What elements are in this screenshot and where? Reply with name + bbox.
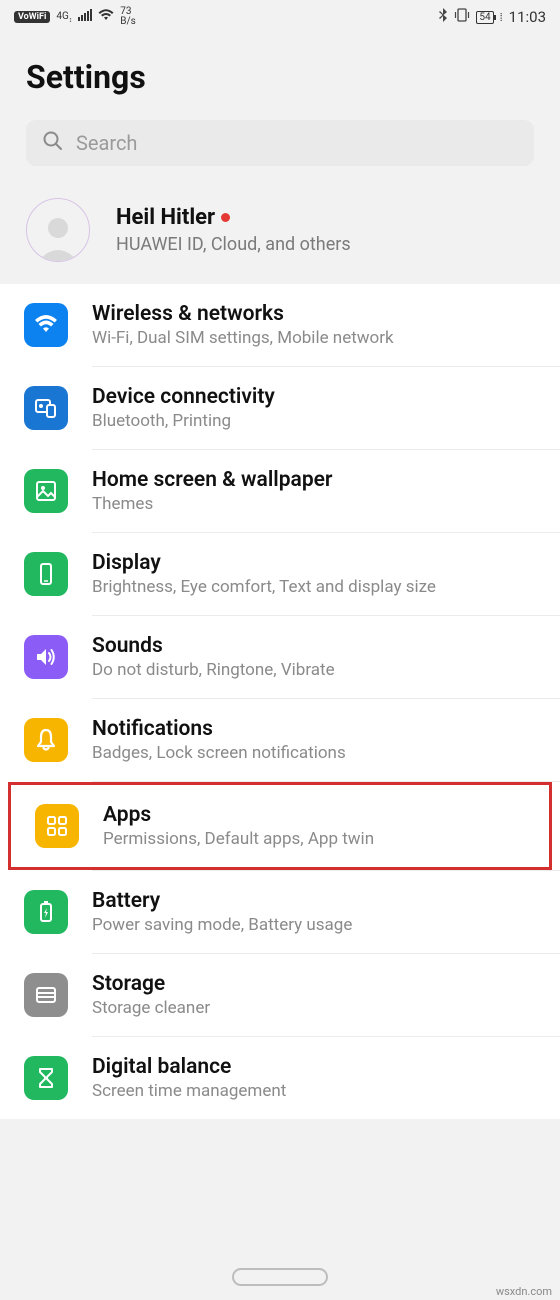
setting-title: Sounds: [92, 634, 544, 658]
setting-subtitle: Themes: [92, 494, 544, 514]
setting-subtitle: Do not disturb, Ringtone, Vibrate: [92, 660, 544, 680]
apps-icon: [35, 804, 79, 848]
setting-item-device-connectivity[interactable]: Device connectivityBluetooth, Printing: [0, 367, 560, 449]
setting-body: BatteryPower saving mode, Battery usage: [92, 889, 560, 935]
setting-item-digital-balance[interactable]: Digital balanceScreen time management: [0, 1037, 560, 1119]
notification-dot-icon: [221, 213, 230, 222]
battery-indicator: 54: [476, 11, 493, 24]
account-subtitle: HUAWEI ID, Cloud, and others: [116, 234, 351, 255]
setting-item-battery[interactable]: BatteryPower saving mode, Battery usage: [0, 871, 560, 953]
search-input[interactable]: Search: [26, 120, 534, 166]
page-title: Settings: [26, 58, 534, 96]
setting-item-display[interactable]: DisplayBrightness, Eye comfort, Text and…: [0, 533, 560, 615]
item-wrapper: SoundsDo not disturb, Ringtone, Vibrate: [0, 616, 560, 698]
setting-item-wireless-networks[interactable]: Wireless & networksWi-Fi, Dual SIM setti…: [0, 284, 560, 366]
account-name: Heil Hitler: [116, 205, 215, 230]
setting-subtitle: Badges, Lock screen notifications: [92, 743, 544, 763]
setting-item-apps[interactable]: AppsPermissions, Default apps, App twin: [11, 785, 549, 867]
setting-subtitle: Storage cleaner: [92, 998, 544, 1018]
display-icon: [24, 552, 68, 596]
search-placeholder: Search: [76, 131, 137, 155]
setting-title: Wireless & networks: [92, 302, 544, 326]
setting-subtitle: Screen time management: [92, 1081, 544, 1101]
highlighted-item: AppsPermissions, Default apps, App twin: [8, 782, 552, 870]
setting-title: Battery: [92, 889, 544, 913]
setting-body: StorageStorage cleaner: [92, 972, 560, 1018]
account-text: Heil Hitler HUAWEI ID, Cloud, and others: [116, 205, 351, 255]
setting-title: Home screen & wallpaper: [92, 468, 544, 492]
page-header: Settings: [0, 30, 560, 120]
sounds-icon: [24, 635, 68, 679]
network-speed: 73B/s: [120, 7, 136, 27]
settings-list: Wireless & networksWi-Fi, Dual SIM setti…: [0, 284, 560, 1119]
setting-body: NotificationsBadges, Lock screen notific…: [92, 717, 560, 763]
setting-subtitle: Power saving mode, Battery usage: [92, 915, 544, 935]
item-wrapper: Device connectivityBluetooth, Printing: [0, 367, 560, 449]
item-wrapper: NotificationsBadges, Lock screen notific…: [0, 699, 560, 781]
signal-bars-icon: [78, 9, 92, 25]
avatar: [26, 198, 90, 262]
setting-body: DisplayBrightness, Eye comfort, Text and…: [92, 551, 560, 597]
vowifi-badge: VoWiFi: [14, 11, 50, 23]
item-wrapper: BatteryPower saving mode, Battery usage: [0, 871, 560, 953]
item-wrapper: DisplayBrightness, Eye comfort, Text and…: [0, 533, 560, 615]
setting-body: Digital balanceScreen time management: [92, 1055, 560, 1101]
setting-subtitle: Wi-Fi, Dual SIM settings, Mobile network: [92, 328, 544, 348]
setting-subtitle: Bluetooth, Printing: [92, 411, 544, 431]
status-left: VoWiFi 4G↕ 73B/s: [14, 7, 136, 27]
digital-balance-icon: [24, 1056, 68, 1100]
setting-body: Home screen & wallpaperThemes: [92, 468, 560, 514]
storage-icon: [24, 973, 68, 1017]
status-right: 54 ⁞ 11:03: [438, 8, 546, 26]
battery-icon: [24, 890, 68, 934]
setting-title: Storage: [92, 972, 544, 996]
setting-item-sounds[interactable]: SoundsDo not disturb, Ringtone, Vibrate: [0, 616, 560, 698]
clock: 11:03: [509, 8, 546, 26]
setting-body: AppsPermissions, Default apps, App twin: [103, 803, 549, 849]
setting-item-storage[interactable]: StorageStorage cleaner: [0, 954, 560, 1036]
search-icon: [42, 130, 64, 156]
setting-title: Notifications: [92, 717, 544, 741]
battery-bracket-icon: ⁞: [500, 11, 503, 24]
setting-title: Device connectivity: [92, 385, 544, 409]
watermark: wsxdn.com: [496, 1285, 552, 1298]
item-wrapper: Wireless & networksWi-Fi, Dual SIM setti…: [0, 284, 560, 366]
item-wrapper: Home screen & wallpaperThemes: [0, 450, 560, 532]
bluetooth-icon: [438, 8, 448, 26]
setting-title: Display: [92, 551, 544, 575]
signal-4g-icon: 4G↕: [56, 11, 72, 24]
wifi-icon: [24, 303, 68, 347]
setting-body: Device connectivityBluetooth, Printing: [92, 385, 560, 431]
item-wrapper: Digital balanceScreen time management: [0, 1037, 560, 1119]
account-row[interactable]: Heil Hitler HUAWEI ID, Cloud, and others: [0, 180, 560, 284]
setting-body: Wireless & networksWi-Fi, Dual SIM setti…: [92, 302, 560, 348]
setting-subtitle: Permissions, Default apps, App twin: [103, 829, 533, 849]
setting-body: SoundsDo not disturb, Ringtone, Vibrate: [92, 634, 560, 680]
device-connectivity-icon: [24, 386, 68, 430]
setting-item-notifications[interactable]: NotificationsBadges, Lock screen notific…: [0, 699, 560, 781]
notifications-icon: [24, 718, 68, 762]
status-bar: VoWiFi 4G↕ 73B/s 54 ⁞ 11:03: [0, 0, 560, 30]
setting-subtitle: Brightness, Eye comfort, Text and displa…: [92, 577, 544, 597]
item-wrapper: StorageStorage cleaner: [0, 954, 560, 1036]
setting-title: Digital balance: [92, 1055, 544, 1079]
wifi-status-icon: [98, 9, 114, 25]
wallpaper-icon: [24, 469, 68, 513]
nav-pill[interactable]: [232, 1268, 328, 1286]
setting-item-home-screen-wallpaper[interactable]: Home screen & wallpaperThemes: [0, 450, 560, 532]
vibrate-icon: [454, 8, 470, 26]
setting-title: Apps: [103, 803, 533, 827]
